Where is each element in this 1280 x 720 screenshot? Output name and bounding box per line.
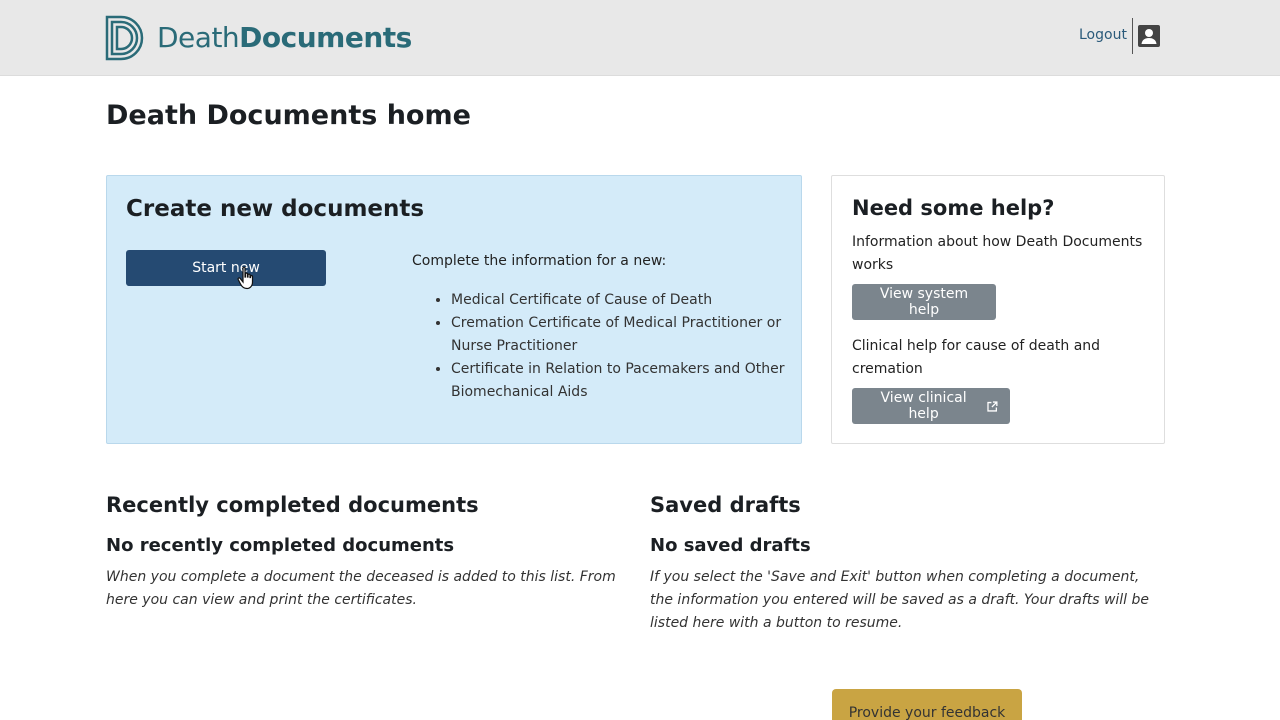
no-saved-drafts-title: No saved drafts (650, 535, 811, 556)
feedback-button[interactable]: Provide your feedback (832, 689, 1022, 720)
page-title: Death Documents home (106, 100, 471, 131)
start-new-button[interactable]: Start new (126, 250, 326, 286)
help-panel: Need some help? Information about how De… (831, 175, 1165, 444)
create-documents-title: Create new documents (126, 196, 425, 222)
d-logo-icon (105, 15, 144, 61)
header: DeathDocuments Logout (0, 0, 1280, 76)
saved-drafts-title: Saved drafts (650, 493, 801, 517)
clinical-help-text: Clinical help for cause of death and cre… (852, 338, 1101, 377)
logo-text-light: Death (157, 21, 240, 54)
view-system-help-label: View system help (879, 286, 969, 318)
logo-text-bold: Documents (239, 21, 412, 54)
list-item: Certificate in Relation to Pacemakers an… (451, 358, 786, 404)
list-item: Cremation Certificate of Medical Practit… (451, 312, 786, 358)
system-help-text: Information about how Death Documents wo… (852, 234, 1143, 273)
help-title: Need some help? (852, 196, 1055, 220)
user-icon[interactable] (1138, 25, 1160, 47)
logout-link[interactable]: Logout (1079, 27, 1127, 43)
view-system-help-button[interactable]: View system help (852, 284, 996, 320)
document-type-list: Medical Certificate of Cause of Death Cr… (431, 289, 786, 404)
recent-documents-title: Recently completed documents (106, 493, 479, 517)
recent-documents-description: When you complete a document the decease… (106, 569, 616, 608)
saved-drafts-description: If you select the 'Save and Exit' button… (650, 569, 1150, 631)
view-clinical-help-button[interactable]: View clinical help (852, 388, 1010, 424)
list-item: Medical Certificate of Cause of Death (451, 289, 786, 312)
no-recent-documents-title: No recently completed documents (106, 535, 455, 556)
create-documents-panel: Create new documents Start new Complete … (106, 175, 802, 444)
logo-text: DeathDocuments (157, 15, 412, 61)
view-clinical-help-label: View clinical help (880, 390, 967, 422)
create-intro-text: Complete the information for a new: (412, 253, 667, 269)
header-divider (1132, 18, 1133, 54)
hand-pointer-icon (237, 266, 254, 290)
logo[interactable]: DeathDocuments (105, 15, 412, 61)
external-link-icon (987, 400, 998, 412)
